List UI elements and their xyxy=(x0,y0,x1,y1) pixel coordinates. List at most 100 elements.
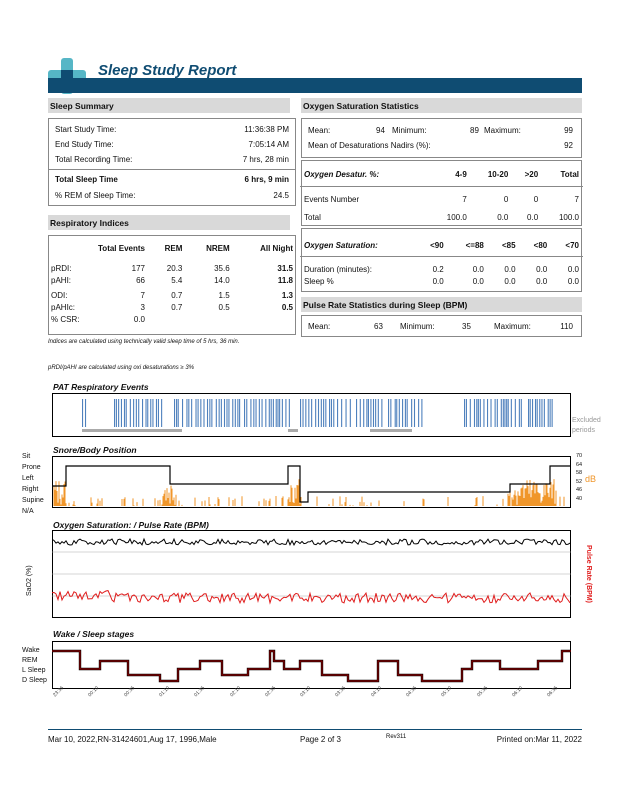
pat-event-bar xyxy=(285,399,287,427)
pat-event-bar xyxy=(507,399,509,427)
pRDI-note: pRDI/pAHI are calculated using oxi desat… xyxy=(48,365,195,371)
pat-event-bar xyxy=(176,399,178,427)
summary-divider xyxy=(49,169,295,170)
pat-event-bar xyxy=(261,399,263,427)
pat-event-bar xyxy=(490,399,492,427)
pat-event-bar xyxy=(277,399,279,427)
pulse-heading: Pulse Rate Statistics during Sleep (BPM) xyxy=(301,297,582,312)
pat-event-bar xyxy=(375,399,377,427)
pat-event-bar xyxy=(477,399,479,427)
pat-event-bar xyxy=(394,399,396,427)
pat-event-bar xyxy=(258,399,260,427)
pat-event-bar xyxy=(250,399,252,427)
respiratory-table: Total Events REM NREM All Night pRDI: 177… xyxy=(51,243,293,324)
pat-event-bar xyxy=(161,399,163,427)
pat-event-bar xyxy=(539,399,541,427)
pat-event-bar xyxy=(209,399,211,427)
pat-event-bar xyxy=(390,399,392,427)
pat-event-bar xyxy=(123,399,126,427)
pat-event-bar xyxy=(279,399,281,427)
pat-event-bar xyxy=(520,399,522,427)
excluded-period xyxy=(82,429,182,432)
pat-event-bar xyxy=(502,399,504,427)
pat-event-bar xyxy=(337,399,339,427)
pat-event-bar xyxy=(494,399,496,427)
pat-event-bar xyxy=(244,399,246,427)
pat-event-bar xyxy=(223,399,226,427)
table-row: Sleep % 0.0 0.0 0.0 0.0 0.0 xyxy=(304,276,579,286)
table-row: ODI: 7 0.7 1.5 1.3 xyxy=(51,290,293,300)
oxy-chart-title: Oxygen Saturation: / Pulse Rate (BPM) xyxy=(53,520,209,530)
pat-event-bar xyxy=(465,399,467,427)
pat-event-bar xyxy=(197,399,199,427)
pat-event-bar xyxy=(82,399,84,427)
pat-event-bar xyxy=(270,399,272,427)
pat-event-bar xyxy=(114,399,116,427)
pat-chart-title: PAT Respiratory Events xyxy=(53,382,149,392)
oxy-pulse-chart xyxy=(52,530,571,618)
pat-event-bar xyxy=(129,399,131,427)
pat-event-bar xyxy=(479,399,481,427)
pat-event-bar xyxy=(349,399,351,427)
pat-event-bar xyxy=(272,399,274,427)
summary-row-total-sleep: Total Sleep Time 6 hrs, 9 min xyxy=(55,175,289,184)
pat-event-bar xyxy=(325,399,327,427)
pat-event-bar xyxy=(135,399,137,427)
pat-event-bar xyxy=(191,399,193,427)
snore-position-chart xyxy=(52,456,571,508)
pat-event-bar xyxy=(288,399,290,427)
table-row: Events Number 7 0 0 7 xyxy=(304,194,579,204)
pulse-max-value: 110 xyxy=(560,322,573,331)
pat-event-bar xyxy=(543,399,545,427)
pat-event-bar xyxy=(345,399,347,427)
pat-event-bar xyxy=(232,399,234,427)
pat-event-bar xyxy=(486,399,489,427)
table-row: Total 100.0 0.0 0.0 100.0 xyxy=(304,212,579,222)
pat-event-bar xyxy=(302,399,304,427)
pat-event-bar xyxy=(226,399,228,427)
pat-event-bar xyxy=(531,399,534,427)
pat-event-bar xyxy=(323,399,325,427)
db-label: dB xyxy=(585,474,597,484)
pat-event-bar xyxy=(133,399,135,427)
respiratory-box: Total Events REM NREM All Night pRDI: 177… xyxy=(48,235,296,335)
pat-event-bar xyxy=(237,399,239,427)
position-labels: Sit Prone Left Right Supine N/A xyxy=(22,453,44,515)
respiratory-heading: Respiratory Indices xyxy=(48,215,290,230)
pulse-axis-label: Pulse Rate (BPM) xyxy=(585,545,592,603)
pat-event-bar xyxy=(496,399,498,427)
footer-printed-on: Printed on:Mar 11, 2022 xyxy=(496,735,582,744)
pat-event-bar xyxy=(218,399,220,427)
pat-event-bar xyxy=(406,399,408,427)
pat-event-bar xyxy=(534,399,537,427)
pat-event-bar xyxy=(206,399,209,427)
pat-event-bar xyxy=(464,399,466,427)
pat-event-bar xyxy=(150,399,152,427)
pat-event-bar xyxy=(549,399,551,427)
table-row: pAHI: 66 5.4 14.0 11.8 xyxy=(51,275,293,285)
pat-event-bar xyxy=(396,399,398,427)
pat-event-bar xyxy=(186,399,188,427)
pat-event-bar xyxy=(308,399,310,427)
pat-event-bar xyxy=(141,399,144,427)
pat-event-bar xyxy=(506,399,508,427)
pat-event-bar xyxy=(138,399,140,427)
pat-event-bar xyxy=(300,399,302,427)
pat-event-bar xyxy=(317,399,320,427)
pat-event-bar xyxy=(246,399,248,427)
sleep-summary-heading: Sleep Summary xyxy=(48,98,290,113)
summary-row-rem: % REM of Sleep Time: 24.5 xyxy=(55,191,289,200)
pat-event-bar xyxy=(388,399,390,427)
pat-event-bar xyxy=(234,399,236,427)
table-row: pAHIc: 3 0.7 0.5 0.5 xyxy=(51,302,293,312)
stage-labels: Wake REM L Sleep D Sleep xyxy=(22,647,47,684)
time-axis: 23:36 00:10 00:35 01:10 01:35 02:10 02:35 03:10… xyxy=(52,685,571,708)
oxygen-heading: Oxygen Saturation Statistics xyxy=(301,98,582,113)
oxy-min-value: 89 xyxy=(470,126,479,135)
pat-event-bar xyxy=(203,399,205,427)
footer-patient-info: Mar 10, 2022,RN-31424601,Aug 17, 1996,Ma… xyxy=(48,735,217,744)
pat-event-bar xyxy=(510,399,512,427)
pat-event-bar xyxy=(504,399,506,427)
footer-revision: Rev311 xyxy=(386,734,407,740)
pat-event-bar xyxy=(402,399,404,427)
